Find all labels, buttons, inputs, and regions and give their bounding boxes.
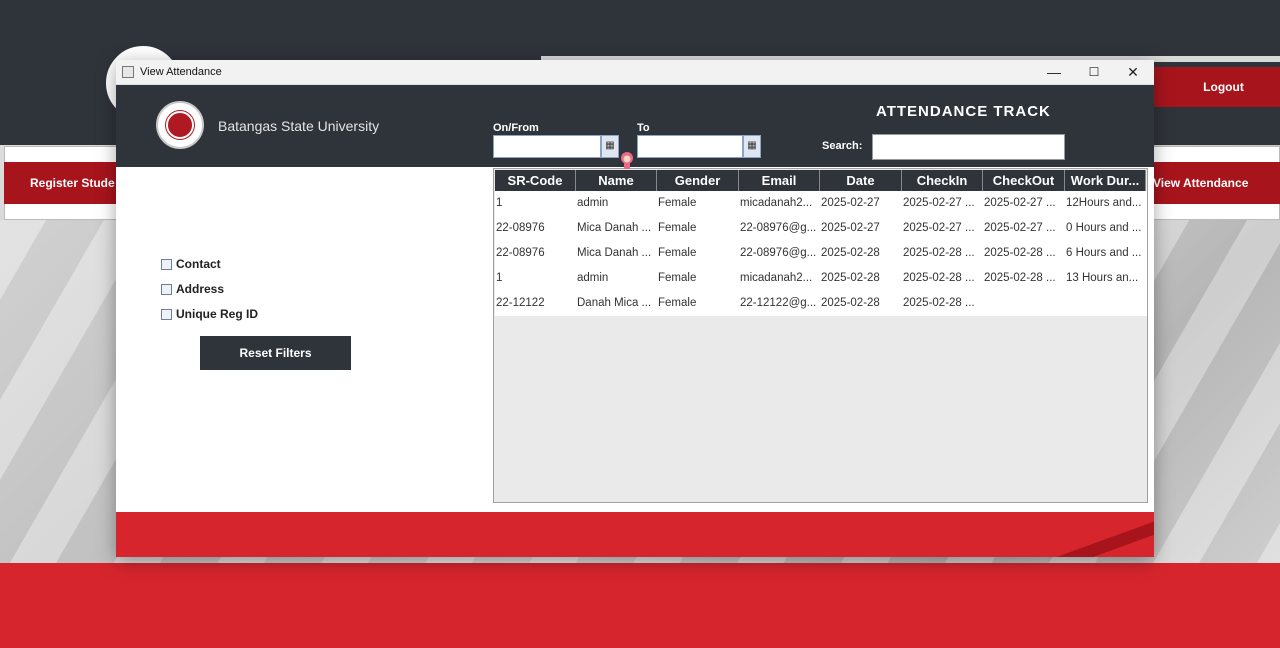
- column-header[interactable]: CheckOut: [983, 170, 1065, 191]
- table-cell: Female: [658, 297, 697, 309]
- table-cell: Female: [658, 272, 697, 284]
- to-date-label: To: [637, 122, 650, 134]
- column-header[interactable]: CheckIn: [902, 170, 983, 191]
- footer-accent: [1034, 512, 1154, 557]
- table-cell: 2025-02-28 ...: [903, 272, 975, 284]
- table-cell: 6 Hours and ...: [1066, 247, 1142, 259]
- view-attendance-window: View Attendance — ☐ ✕ Batangas State Uni…: [116, 60, 1154, 557]
- table-row[interactable]: 22-12122 Danah Mica ... Female 22-12122@…: [495, 291, 1147, 316]
- background-footer: [0, 563, 1280, 648]
- reset-filters-button[interactable]: Reset Filters: [200, 336, 351, 370]
- table-cell: 2025-02-28 ...: [903, 297, 975, 309]
- table-cell: 22-08976: [496, 222, 545, 234]
- table-cell: Female: [658, 197, 697, 209]
- filter-label: Address: [176, 282, 225, 296]
- window-footer: [116, 512, 1154, 557]
- table-cell: 2025-02-27 ...: [903, 197, 975, 209]
- search-label: Search:: [822, 140, 863, 152]
- nav-register-student-button[interactable]: Register Stude: [4, 162, 116, 204]
- table-cell: 2025-02-28: [821, 272, 880, 284]
- from-calendar-button[interactable]: ▦: [601, 135, 619, 158]
- logout-button[interactable]: Logout: [1153, 67, 1280, 107]
- column-header[interactable]: Gender: [657, 170, 739, 191]
- table-cell: 1: [496, 272, 503, 284]
- minimize-button[interactable]: —: [1034, 60, 1074, 85]
- table-cell: admin: [577, 272, 609, 284]
- table-row[interactable]: 22-08976 Mica Danah ... Female 22-08976@…: [495, 216, 1147, 241]
- table-cell: 1: [496, 197, 503, 209]
- filter-address[interactable]: Address: [161, 282, 224, 296]
- table-cell: 22-08976@g...: [740, 247, 817, 259]
- table-cell: [983, 291, 1065, 316]
- filter-contact[interactable]: Contact: [161, 257, 221, 271]
- table-cell: 22-08976: [496, 247, 545, 259]
- close-button[interactable]: ✕: [1113, 60, 1153, 85]
- table-cell: 22-12122: [496, 297, 545, 309]
- checkbox[interactable]: [161, 258, 172, 270]
- table-row[interactable]: 1 admin Female micadanah2... 2025-02-27 …: [495, 191, 1147, 216]
- column-header[interactable]: Work Dur...: [1065, 170, 1146, 191]
- table-cell: micadanah2...: [740, 197, 813, 209]
- table-cell: admin: [577, 197, 609, 209]
- attendance-header: Batangas State University ATTENDANCE TRA…: [116, 85, 1154, 167]
- checkbox[interactable]: [161, 308, 172, 320]
- table-cell: 12Hours and...: [1066, 197, 1142, 209]
- column-header[interactable]: Name: [576, 170, 657, 191]
- from-date-input[interactable]: [493, 135, 601, 158]
- table-cell: 2025-02-27: [821, 197, 880, 209]
- filter-panel: Contact Address Unique Reg ID Reset Filt…: [116, 167, 493, 512]
- table-cell: 2025-02-27: [821, 222, 880, 234]
- table-cell: Danah Mica ...: [577, 297, 652, 309]
- window-title: View Attendance: [140, 66, 222, 78]
- table-cell: Female: [658, 247, 697, 259]
- column-header[interactable]: Email: [739, 170, 820, 191]
- table-cell: 2025-02-28 ...: [984, 247, 1056, 259]
- table-cell: 2025-02-27 ...: [903, 222, 975, 234]
- checkbox[interactable]: [161, 283, 172, 295]
- table-cell: Female: [658, 222, 697, 234]
- column-header[interactable]: Date: [820, 170, 902, 191]
- app-icon: [122, 66, 134, 78]
- table-cell: 2025-02-28 ...: [984, 272, 1056, 284]
- table-cell: 2025-02-28: [821, 297, 880, 309]
- from-date-label: On/From: [493, 122, 539, 134]
- table-row[interactable]: 1 admin Female micadanah2... 2025-02-28 …: [495, 266, 1147, 291]
- column-header[interactable]: SR-Code: [495, 170, 576, 191]
- table-cell: Mica Danah ...: [577, 247, 652, 259]
- table-body: 1 admin Female micadanah2... 2025-02-27 …: [495, 191, 1147, 316]
- university-seal-logo: [156, 101, 204, 149]
- table-cell: 2025-02-28 ...: [903, 247, 975, 259]
- filter-label: Unique Reg ID: [176, 307, 259, 321]
- table-cell: 2025-02-27 ...: [984, 197, 1056, 209]
- table-cell: [1065, 291, 1146, 316]
- table-cell: Mica Danah ...: [577, 222, 652, 234]
- filter-label: Contact: [176, 257, 221, 271]
- page-title: ATTENDANCE TRACK: [876, 103, 1051, 120]
- filter-unique-reg-id[interactable]: Unique Reg ID: [161, 307, 258, 321]
- table-header: SR-Code Name Gender Email Date CheckIn C…: [495, 170, 1146, 191]
- table-cell: 22-12122@g...: [740, 297, 817, 309]
- search-input[interactable]: [872, 134, 1065, 160]
- calendar-icon: ▦: [747, 140, 757, 151]
- to-date-input[interactable]: [637, 135, 743, 158]
- table-cell: 13 Hours an...: [1066, 272, 1139, 284]
- to-calendar-button[interactable]: ▦: [743, 135, 761, 158]
- table-cell: micadanah2...: [740, 272, 813, 284]
- university-name: Batangas State University: [218, 118, 380, 134]
- table-cell: 2025-02-28: [821, 247, 880, 259]
- table-cell: 0 Hours and ...: [1066, 222, 1142, 234]
- table-row[interactable]: 22-08976 Mica Danah ... Female 22-08976@…: [495, 241, 1147, 266]
- table-cell: 22-08976@g...: [740, 222, 817, 234]
- cursor-character-icon: [621, 152, 633, 169]
- calendar-icon: ▦: [605, 140, 615, 151]
- maximize-button[interactable]: ☐: [1074, 60, 1114, 85]
- title-bar[interactable]: View Attendance — ☐ ✕: [116, 60, 1154, 85]
- nav-view-attendance-button[interactable]: View Attendance: [1153, 162, 1280, 204]
- attendance-table[interactable]: SR-Code Name Gender Email Date CheckIn C…: [493, 168, 1148, 503]
- table-cell: 2025-02-27 ...: [984, 222, 1056, 234]
